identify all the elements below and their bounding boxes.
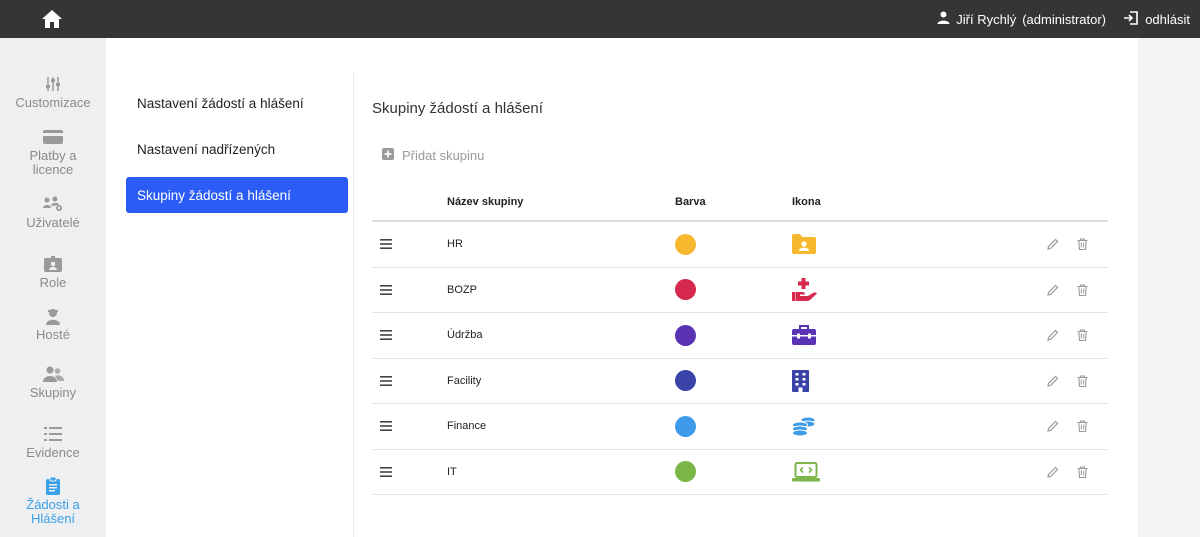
settings-subnav: Nastavení žádostí a hlášení Nastavení na…	[126, 85, 348, 223]
color-swatch	[675, 279, 696, 301]
sidebar-item-platby[interactable]: Platby a licence	[0, 127, 106, 177]
sidebar-item-label: Hosté	[36, 327, 70, 342]
logout-button[interactable]: odhlásit	[1123, 0, 1190, 38]
guest-icon	[45, 306, 61, 326]
group-name: Facility	[447, 374, 482, 387]
color-swatch	[675, 415, 696, 437]
subnav-item-supervisors[interactable]: Nastavení nadřízených	[126, 131, 348, 167]
group-name: HR	[447, 238, 463, 251]
table-row: Údržba	[372, 313, 1108, 359]
header-name: Název skupiny	[447, 196, 524, 208]
sliders-icon	[44, 74, 62, 94]
sign-out-icon	[1123, 10, 1139, 28]
table-header: Název skupiny Barva Ikona	[372, 184, 1108, 222]
trash-icon[interactable]	[1077, 466, 1088, 478]
sidebar-item-label: Uživatelé	[26, 215, 80, 230]
logout-label: odhlásit	[1145, 11, 1190, 27]
color-swatch	[675, 233, 696, 255]
user-name: Jiří Rychlý	[956, 11, 1017, 27]
table-row: HR	[372, 222, 1108, 268]
user-icon	[937, 11, 950, 27]
sidebar-item-label: Evidence	[26, 445, 80, 460]
sidebar-item-label: Role	[39, 275, 67, 290]
sidebar-item-zadosti[interactable]: Žádosti a Hlášení	[0, 476, 106, 526]
vertical-divider	[353, 72, 354, 537]
building-icon	[792, 369, 1032, 392]
subnav-item-settings[interactable]: Nastavení žádostí a hlášení	[126, 85, 348, 121]
color-swatch	[675, 324, 696, 346]
sidebar-item-customizace[interactable]: Customizace	[0, 74, 106, 110]
edit-icon[interactable]	[1047, 329, 1059, 342]
main-panel: Nastavení žádostí a hlášení Nastavení na…	[106, 38, 1138, 537]
sidebar-item-role[interactable]: Role	[0, 254, 106, 290]
edit-icon[interactable]	[1047, 284, 1059, 296]
sidebar-item-label: Platby a licence	[29, 148, 77, 177]
drag-handle-icon[interactable]	[372, 375, 447, 386]
sidebar-item-evidence[interactable]: Evidence	[0, 424, 106, 460]
drag-handle-icon[interactable]	[372, 466, 447, 477]
subnav-item-groups[interactable]: Skupiny žádostí a hlášení	[126, 177, 348, 213]
laptop-code-icon	[792, 461, 1032, 482]
edit-icon[interactable]	[1047, 375, 1059, 387]
folder-user-icon	[792, 234, 1032, 255]
trash-icon[interactable]	[1077, 284, 1088, 296]
page-title: Skupiny žádostí a hlášení	[372, 100, 543, 117]
sidebar-item-skupiny[interactable]: Skupiny	[0, 364, 106, 400]
edit-icon[interactable]	[1047, 238, 1059, 251]
trash-icon[interactable]	[1077, 420, 1088, 433]
sidebar-item-label: Skupiny	[29, 385, 77, 400]
users-cog-icon	[42, 194, 64, 214]
sidebar-item-hoste[interactable]: Hosté	[0, 306, 106, 342]
top-bar: Jiří Rychlý (administrator) odhlásit	[0, 0, 1200, 38]
table-row: IT	[372, 450, 1108, 495]
trash-icon[interactable]	[1077, 238, 1088, 251]
group-name: Finance	[447, 420, 487, 433]
group-name: IT	[447, 465, 457, 478]
add-group-label: Přidat skupinu	[402, 148, 485, 163]
sidebar-item-uzivatele[interactable]: Uživatelé	[0, 194, 106, 230]
credit-card-icon	[43, 127, 63, 147]
drag-handle-icon[interactable]	[372, 330, 447, 341]
header-icon: Ikona	[792, 196, 821, 208]
user-info: Jiří Rychlý (administrator)	[937, 0, 1106, 38]
plus-square-icon	[382, 148, 394, 163]
edit-icon[interactable]	[1047, 466, 1059, 478]
drag-handle-icon[interactable]	[372, 284, 447, 295]
color-swatch	[675, 461, 696, 483]
edit-icon[interactable]	[1047, 420, 1059, 433]
toolbox-icon	[792, 325, 1032, 346]
table-row: BOZP	[372, 268, 1108, 313]
clipboard-icon	[46, 476, 60, 496]
subnav-item-label: Nastavení nadřízených	[137, 141, 276, 157]
list-icon	[44, 424, 62, 444]
groups-table: Název skupiny Barva Ikona HR BOZP Údržba…	[372, 184, 1108, 495]
hand-medical-icon	[792, 277, 1032, 302]
drag-handle-icon[interactable]	[372, 421, 447, 432]
user-group-icon	[42, 364, 64, 384]
drag-handle-icon[interactable]	[372, 239, 447, 250]
subnav-item-label: Skupiny žádostí a hlášení	[137, 187, 291, 203]
right-margin	[1138, 38, 1200, 537]
group-name: BOZP	[447, 283, 477, 296]
color-swatch	[675, 370, 696, 392]
header-color: Barva	[675, 196, 706, 208]
table-row: Facility	[372, 359, 1108, 404]
add-group-button[interactable]: Přidat skupinu	[382, 148, 484, 163]
group-name: Údržba	[447, 329, 483, 342]
user-role: (administrator)	[1022, 11, 1106, 27]
id-badge-icon	[44, 254, 62, 274]
sidebar-item-label: Customizace	[15, 95, 91, 110]
trash-icon[interactable]	[1077, 329, 1088, 342]
subnav-item-label: Nastavení žádostí a hlášení	[137, 95, 304, 111]
trash-icon[interactable]	[1077, 375, 1088, 387]
table-row: Finance	[372, 404, 1108, 450]
sidebar-item-label: Žádosti a Hlášení	[26, 497, 80, 526]
coins-icon	[792, 415, 1032, 437]
home-icon[interactable]	[40, 7, 64, 31]
sidebar: Customizace Platby a licence Uživatelé R…	[0, 38, 106, 537]
